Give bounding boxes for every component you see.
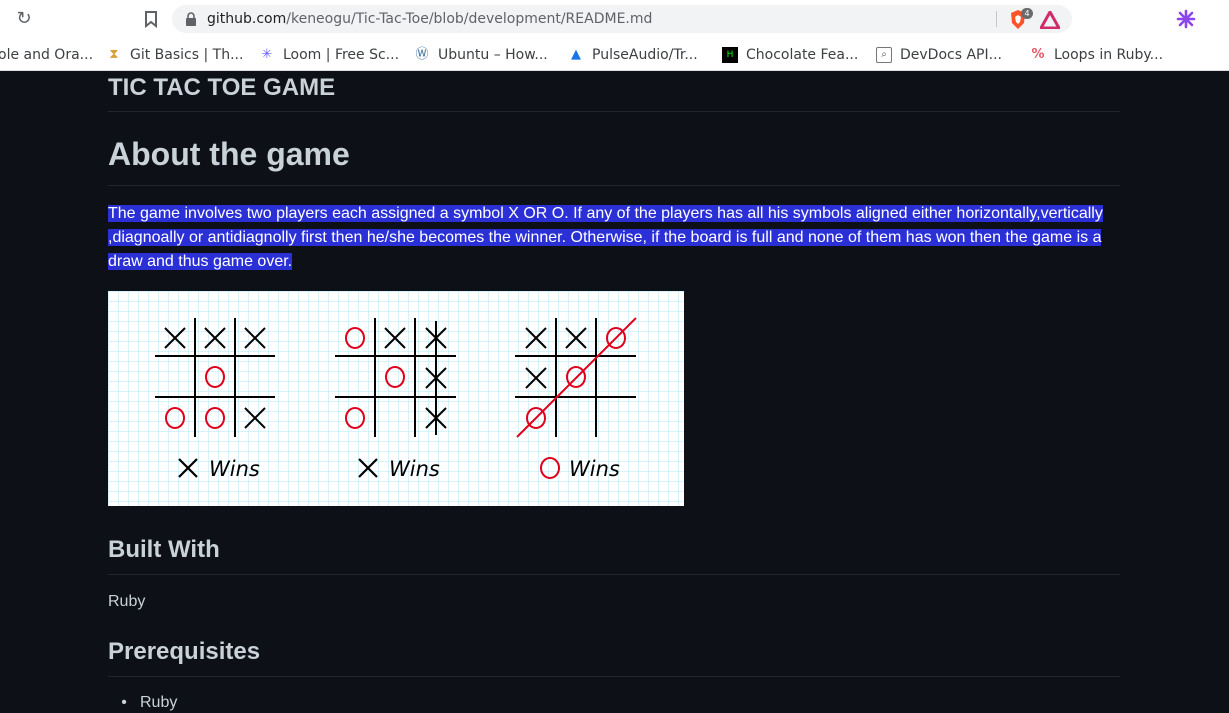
caption-3: Wins — [569, 457, 620, 481]
bookmark-label: PulseAudio/Tr... — [592, 47, 698, 63]
hackernoon-icon: H — [722, 47, 738, 63]
built-with-heading: Built With — [108, 536, 1120, 575]
bookmark-label: DevDocs API... — [900, 47, 1002, 63]
lock-icon — [186, 12, 196, 26]
bookmark-pulseaudio[interactable]: ▲ PulseAudio/Tr... — [568, 44, 698, 66]
pulseaudio-icon: ▲ — [571, 47, 581, 62]
loom-icon: ✳ — [261, 47, 273, 62]
shield-count-badge: 4 — [1021, 8, 1033, 19]
caption-1: Wins — [209, 457, 260, 481]
list-item: • Ruby — [108, 694, 177, 712]
extension-icon[interactable] — [1176, 9, 1196, 29]
prerequisites-list: • Ruby — [108, 694, 177, 712]
readme-page: TIC TAC TOE GAME About the game The game… — [0, 72, 1229, 713]
bookmark-loom[interactable]: ✳ Loom | Free Sc... — [259, 44, 400, 66]
bookmark-oracle[interactable]: ole and Ora... — [0, 44, 93, 66]
prerequisites-heading: Prerequisites — [108, 638, 1120, 677]
list-item-label: Ruby — [140, 694, 178, 711]
browser-toolbar: ↻ github.com/keneogu/Tic-Tac-Toe/blob/de… — [0, 0, 1229, 38]
url-path: /keneogu/Tic-Tac-Toe/blob/development/RE… — [286, 11, 653, 27]
bookmark-chocolate[interactable]: H Chocolate Fea... — [722, 44, 858, 66]
bookmark-label: Loops in Ruby... — [1054, 47, 1164, 63]
about-paragraph: The game involves two players each assig… — [108, 202, 1108, 274]
tic-tac-toe-image[interactable]: Wins Wins Wins — [108, 291, 684, 506]
bookmark-loops-ruby[interactable]: % Loops in Ruby... — [1030, 44, 1163, 66]
reload-icon[interactable]: ↻ — [14, 9, 34, 29]
bookmark-ubuntu[interactable]: Ⓦ Ubuntu – How... — [414, 44, 548, 66]
bookmark-label: ole and Ora... — [0, 47, 94, 63]
bookmark-devdocs[interactable]: ⌕ DevDocs API... — [876, 44, 1002, 66]
bookmark-label: Git Basics | Th... — [130, 47, 244, 63]
about-heading: About the game — [108, 136, 1120, 186]
bookmark-label: Chocolate Fea... — [746, 47, 859, 63]
url-host: github.com — [207, 11, 287, 27]
tic-tac-toe-illustration: Wins Wins Wins — [108, 291, 684, 506]
bookmark-label: Ubuntu – How... — [438, 47, 548, 63]
wordpress-icon: Ⓦ — [415, 47, 429, 62]
bullet: • — [121, 694, 127, 711]
stripes-icon: % — [1031, 47, 1045, 62]
bookmarks-bar: ole and Ora... ⧗ Git Basics | Th... ✳ Lo… — [0, 38, 1229, 71]
bookmark-icon[interactable] — [142, 9, 160, 29]
bookmark-git-basics[interactable]: ⧗ Git Basics | Th... — [106, 44, 243, 66]
built-with-text: Ruby — [108, 593, 146, 610]
divider — [996, 11, 997, 27]
selected-text: The game involves two players each assig… — [108, 205, 1103, 270]
url-text[interactable]: github.com/keneogu/Tic-Tac-Toe/blob/deve… — [207, 11, 652, 27]
bookmark-label: Loom | Free Sc... — [283, 47, 400, 63]
readme-title: TIC TAC TOE GAME — [108, 74, 1120, 112]
hourglass-icon: ⧗ — [109, 47, 119, 62]
devdocs-icon: ⌕ — [876, 47, 892, 63]
brave-rewards-icon[interactable] — [1040, 11, 1060, 29]
caption-2: Wins — [389, 457, 440, 481]
address-bar[interactable]: github.com/keneogu/Tic-Tac-Toe/blob/deve… — [172, 5, 1072, 33]
